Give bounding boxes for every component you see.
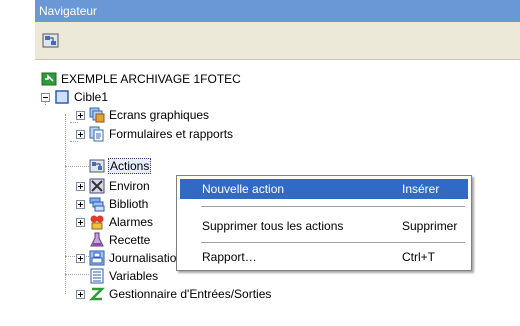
menu-item-shortcut: Insérer	[402, 182, 440, 196]
tree-item[interactable]: Environ	[76, 177, 151, 195]
logging-icon	[89, 250, 105, 266]
expand-icon[interactable]	[76, 289, 85, 299]
expand-icon[interactable]	[76, 129, 85, 139]
toolbar	[35, 22, 520, 60]
tree-item-label: Variables	[109, 269, 159, 283]
tree-item[interactable]: Biblioth	[76, 195, 149, 213]
menu-item-shortcut: Supprimer	[402, 219, 458, 233]
tree-item-label: Formulaires et rapports	[109, 127, 234, 141]
tree-item[interactable]: Variables	[89, 267, 159, 285]
actions-icon	[89, 158, 105, 174]
tree-target[interactable]: Cible1	[41, 88, 109, 106]
tree-item[interactable]: Recette	[89, 231, 151, 249]
tools-icon	[89, 178, 105, 194]
tree-item-label: Gestionnaire d'Entrées/Sorties	[109, 287, 272, 301]
tree-item-label: Environ	[109, 179, 150, 193]
menu-item-report[interactable]: Rapport… Ctrl+T	[180, 247, 468, 267]
collapse-icon[interactable]	[41, 92, 50, 102]
alarm-icon	[89, 214, 105, 230]
expand-icon[interactable]	[76, 199, 85, 209]
menu-item-label: Rapport…	[202, 250, 257, 264]
expand-icon[interactable]	[76, 110, 85, 120]
menu-separator	[201, 242, 465, 243]
target-icon	[54, 89, 70, 105]
project-icon	[41, 71, 57, 87]
menu-item-new-action[interactable]: Nouvelle action Insérer	[180, 179, 468, 199]
context-menu: Nouvelle action Insérer Supprimer tous l…	[176, 175, 472, 271]
tree-item[interactable]: Gestionnaire d'Entrées/Sorties	[76, 285, 272, 303]
expand-icon[interactable]	[76, 181, 85, 191]
menu-item-delete-all[interactable]: Supprimer tous les actions Supprimer	[180, 216, 468, 236]
tree-item[interactable]: Ecrans graphiques	[76, 106, 210, 124]
tree-item-label: Alarmes	[109, 215, 154, 229]
menu-item-shortcut: Ctrl+T	[402, 250, 435, 264]
tree-item[interactable]: Alarmes	[76, 213, 154, 231]
tree-item-label: Ecrans graphiques	[109, 108, 210, 122]
recipe-icon	[89, 232, 105, 248]
tree-item-label: Biblioth	[109, 197, 149, 211]
menu-item-label: Nouvelle action	[202, 182, 285, 196]
expand-icon[interactable]	[76, 253, 85, 263]
tree-root-label: EXEMPLE ARCHIVAGE 1FOTEC	[61, 72, 241, 86]
screens-icon	[89, 107, 105, 123]
window-title: Navigateur	[35, 0, 520, 22]
variables-icon	[89, 268, 105, 284]
library-icon	[89, 196, 105, 212]
menu-separator	[201, 206, 465, 207]
io-manager-icon	[88, 286, 106, 302]
tree-root[interactable]: EXEMPLE ARCHIVAGE 1FOTEC	[41, 70, 242, 88]
forms-icon	[89, 126, 105, 142]
expand-icon[interactable]	[76, 217, 85, 227]
menu-item-label: Supprimer tous les actions	[202, 219, 344, 233]
tree-item-actions[interactable]: Actions	[89, 157, 152, 175]
tree-item-label: Recette	[109, 233, 151, 247]
tree-item[interactable]: Formulaires et rapports	[76, 125, 234, 143]
tree-target-label: Cible1	[74, 90, 109, 104]
navigator-icon[interactable]	[42, 32, 60, 50]
tree-item-label: Actions	[108, 158, 152, 174]
